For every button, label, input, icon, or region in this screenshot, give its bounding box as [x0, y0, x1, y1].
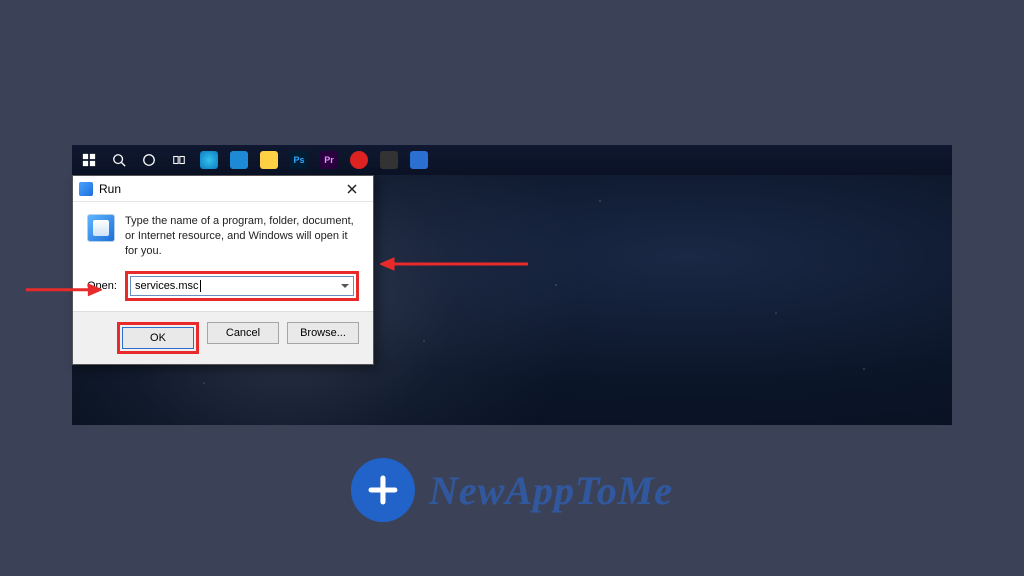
close-button[interactable]: [337, 179, 367, 199]
file-explorer-icon[interactable]: [254, 145, 284, 175]
start-button[interactable]: [74, 145, 104, 175]
open-input[interactable]: services.msc: [130, 276, 354, 296]
search-icon[interactable]: [104, 145, 134, 175]
run-icon: [79, 182, 93, 196]
taskbar-app-icon[interactable]: [344, 145, 374, 175]
taskbar-app-icon[interactable]: [374, 145, 404, 175]
watermark-text: NewAppToMe: [429, 467, 673, 514]
cancel-button[interactable]: Cancel: [207, 322, 279, 344]
watermark: NewAppToMe: [351, 458, 673, 522]
watermark-badge: [351, 458, 415, 522]
plus-icon: [366, 473, 400, 507]
ok-button[interactable]: OK: [122, 327, 194, 349]
photoshop-icon[interactable]: Ps: [284, 145, 314, 175]
run-button-row: OK Cancel Browse...: [73, 311, 373, 364]
chevron-down-icon[interactable]: [341, 284, 349, 288]
input-highlight: services.msc: [125, 271, 359, 301]
browse-button[interactable]: Browse...: [287, 322, 359, 344]
run-title: Run: [99, 182, 337, 196]
open-label: Open:: [87, 280, 117, 292]
cortana-icon[interactable]: [134, 145, 164, 175]
taskbar: Ps Pr: [72, 145, 952, 175]
taskbar-app-icon[interactable]: [404, 145, 434, 175]
open-input-value: services.msc: [135, 280, 199, 292]
task-view-icon[interactable]: [164, 145, 194, 175]
ok-highlight: OK: [117, 322, 199, 354]
close-icon: [347, 184, 357, 194]
taskbar-app-icon[interactable]: [224, 145, 254, 175]
run-dialog: Run Type the name of a program, folder, …: [72, 175, 374, 365]
premiere-icon[interactable]: Pr: [314, 145, 344, 175]
run-titlebar: Run: [73, 176, 373, 202]
run-body-icon: [87, 214, 115, 242]
edge-icon[interactable]: [194, 145, 224, 175]
run-description: Type the name of a program, folder, docu…: [125, 214, 359, 259]
